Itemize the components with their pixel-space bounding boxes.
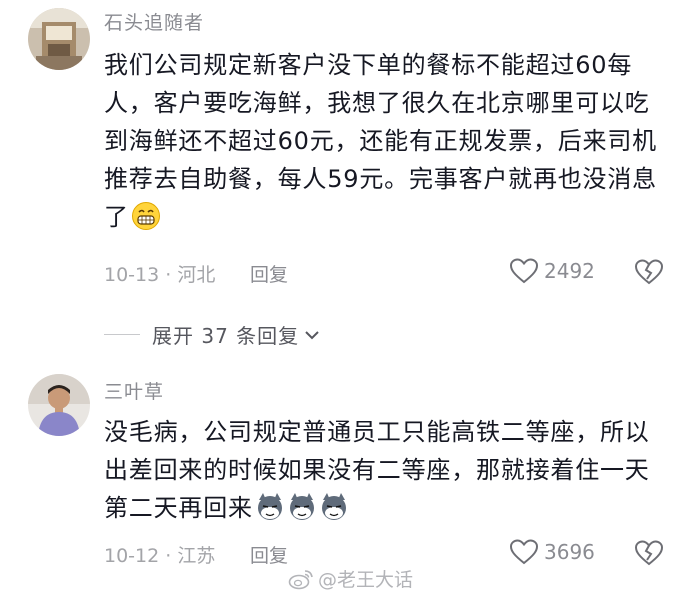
chevron-down-icon	[305, 330, 319, 339]
like-count: 2492	[544, 259, 595, 283]
expand-replies-row[interactable]: 展开 37 条回复	[104, 320, 321, 349]
comment-body: 我们公司规定新客户没下单的餐标不能超过60每人，客户要吃海鲜，我想了很久在北京哪…	[104, 51, 657, 231]
like-button[interactable]: 2492	[510, 258, 595, 284]
divider	[104, 334, 140, 335]
watermark-text: @老王大话	[318, 569, 414, 591]
username[interactable]: 三叶草	[104, 377, 164, 404]
watermark: @老王大话	[288, 565, 413, 592]
comment-text: 我们公司规定新客户没下单的餐标不能超过60每人，客户要吃海鲜，我想了很久在北京哪…	[104, 46, 664, 242]
avatar[interactable]	[28, 8, 90, 70]
broken-heart-icon	[634, 259, 664, 285]
date-location: 10-12 · 江苏	[104, 545, 216, 567]
heart-icon	[510, 258, 538, 284]
dislike-button[interactable]	[634, 540, 664, 570]
grinning-face-icon	[131, 201, 161, 242]
username[interactable]: 石头追随者	[104, 8, 204, 35]
like-button[interactable]: 3696	[510, 539, 595, 565]
date-location: 10-13 · 河北	[104, 264, 216, 286]
reply-button[interactable]: 回复	[250, 541, 288, 568]
broken-heart-icon	[634, 540, 664, 566]
weibo-logo-icon	[288, 569, 313, 589]
dislike-button[interactable]	[634, 259, 664, 289]
like-count: 3696	[544, 540, 595, 564]
avatar[interactable]	[28, 374, 90, 436]
smirking-dog-icon	[255, 492, 351, 533]
comment-body: 没毛病，公司规定普通员工只能高铁二等座，所以出差回来的时候如果没有二等座，那就接…	[104, 418, 650, 522]
reply-button[interactable]: 回复	[250, 260, 288, 287]
comment-text: 没毛病，公司规定普通员工只能高铁二等座，所以出差回来的时候如果没有二等座，那就接…	[104, 413, 664, 533]
expand-replies-button[interactable]: 展开 37 条回复	[152, 320, 299, 349]
heart-icon	[510, 539, 538, 565]
